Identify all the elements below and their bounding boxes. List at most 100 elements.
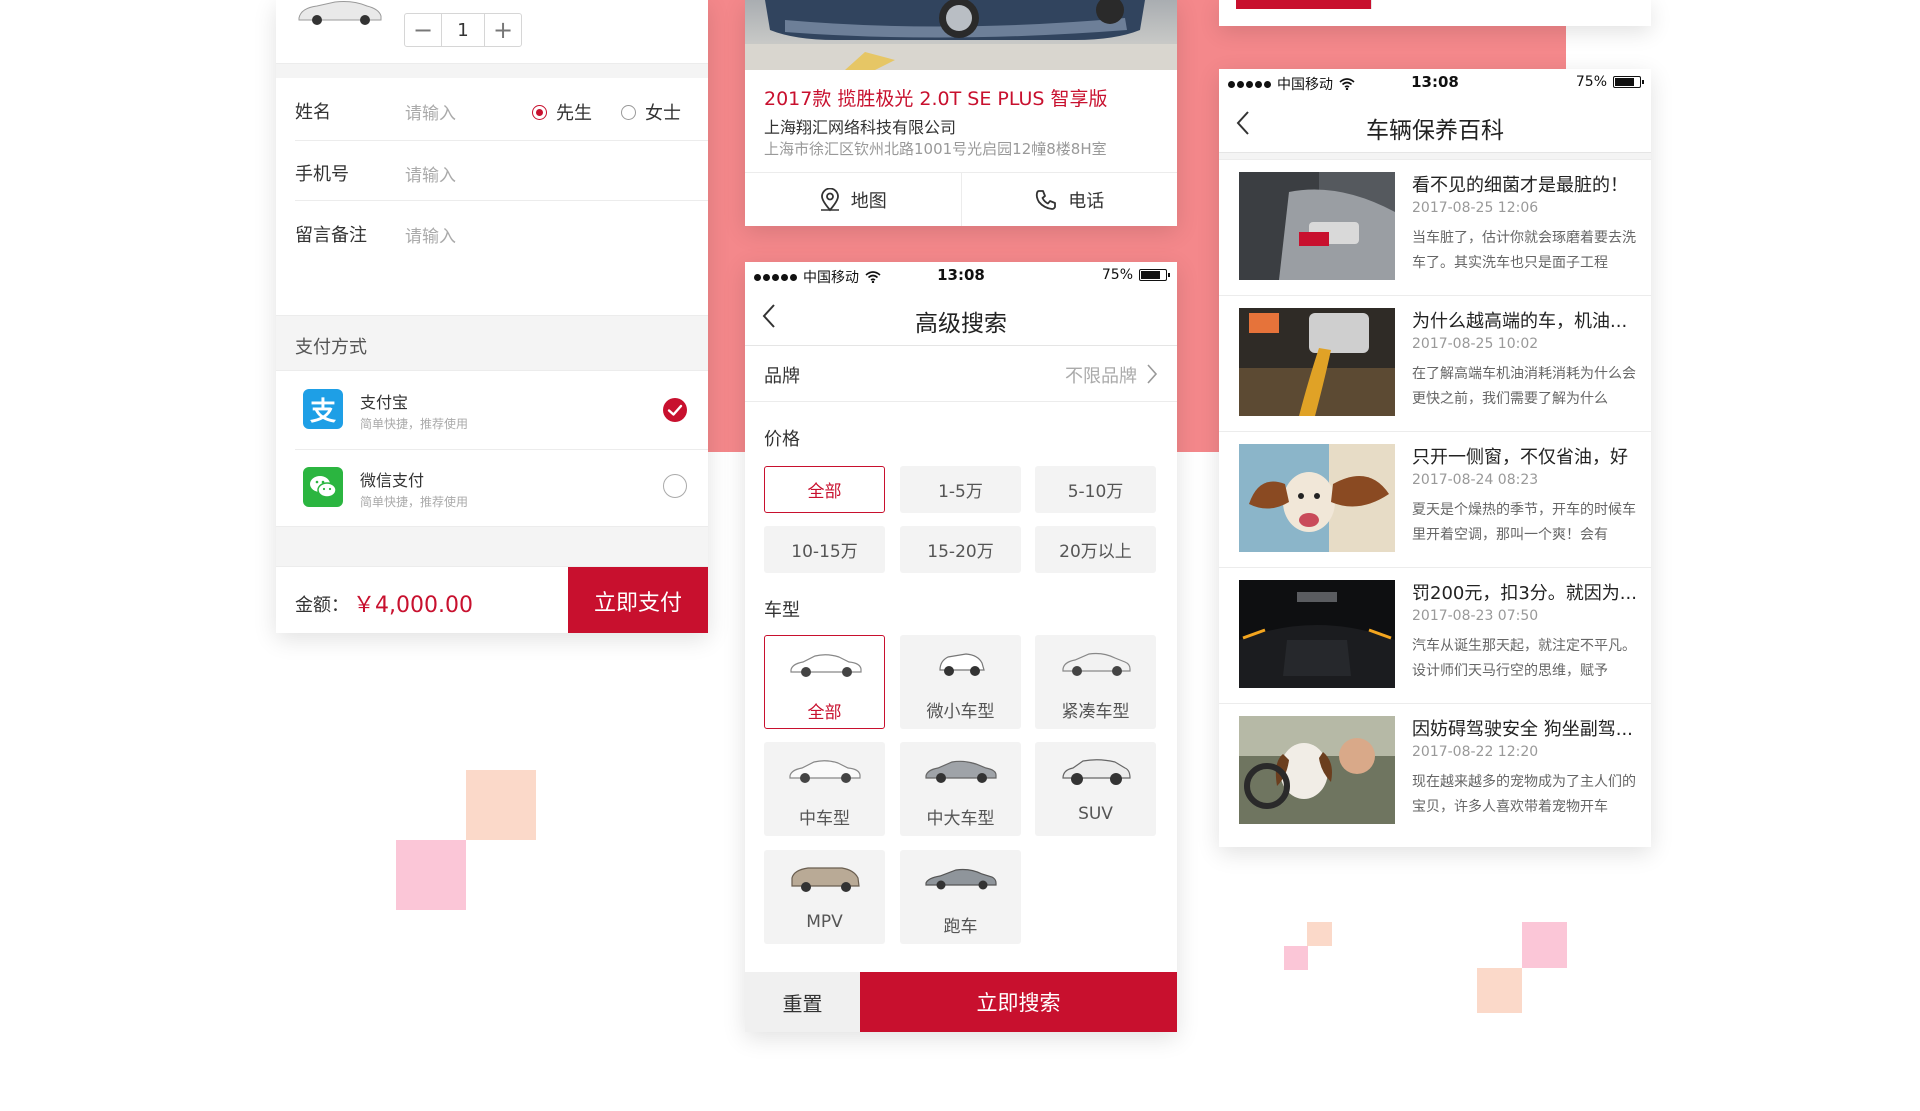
article-thumbnail xyxy=(1239,172,1395,280)
map-button[interactable]: 地图 xyxy=(745,173,961,226)
search-now-button[interactable]: 立即搜索 xyxy=(860,972,1177,1032)
article-date: 2017-08-24 08:23 xyxy=(1412,472,1539,488)
brand-label: 品牌 xyxy=(764,366,800,387)
price-chip[interactable]: 10-15万 xyxy=(764,526,885,573)
price-section-title: 价格 xyxy=(764,429,800,450)
decor-square xyxy=(396,840,466,910)
payment-option-wechat[interactable]: 微信支付 简单快捷，推荐使用 xyxy=(276,449,708,526)
car-type-tile[interactable]: 中大车型 xyxy=(900,742,1021,836)
page-title: 高级搜索 xyxy=(915,311,1007,337)
name-label: 姓名 xyxy=(295,102,331,123)
article-item[interactable]: 罚200元，扣3分。就因为... 2017-08-23 07:50 汽车从诞生那… xyxy=(1219,567,1651,703)
section-gap xyxy=(276,64,708,78)
article-title: 罚200元，扣3分。就因为... xyxy=(1412,583,1637,604)
article-title: 为什么越高端的车，机油... xyxy=(1412,311,1628,332)
quantity-value: 1 xyxy=(441,14,485,46)
phone-button[interactable]: 电话 xyxy=(960,173,1178,226)
note-input[interactable]: 请输入 xyxy=(405,222,456,247)
article-date: 2017-08-25 10:02 xyxy=(1412,336,1539,352)
article-thumbnail xyxy=(1239,308,1395,416)
gender-female-label: 女士 xyxy=(645,103,681,124)
radio-empty-icon xyxy=(621,104,636,120)
divider xyxy=(295,200,708,201)
car-type-tile[interactable]: 中车型 xyxy=(764,742,885,836)
car-type-label: 微小车型 xyxy=(926,702,995,722)
maintenance-wiki-screen: 中国移动 13:08 75% 车辆保养百科 看不见的细菌才是最脏的！ 2017-… xyxy=(1219,69,1651,847)
car-type-tile[interactable]: 全部 xyxy=(764,635,885,729)
price-chip[interactable]: 1-5万 xyxy=(900,466,1021,513)
decor-square xyxy=(1284,946,1308,970)
dealer-address: 上海市徐汇区钦州北路1001号光启园12幢8楼8H室 xyxy=(764,140,1107,158)
article-item[interactable]: 只开一侧窗，不仅省油，好 2017-08-24 08:23 夏天是个燥热的季节，… xyxy=(1219,431,1651,567)
dealer-name: 上海翔汇网络科技有限公司 xyxy=(764,118,957,137)
price-chip[interactable]: 5-10万 xyxy=(1035,466,1156,513)
payment-name: 支付宝 xyxy=(360,393,409,412)
car-type-tile[interactable]: 紧凑车型 xyxy=(1035,635,1156,729)
car-type-label: 中车型 xyxy=(799,809,850,829)
name-input[interactable]: 请输入 xyxy=(405,99,456,124)
brand-selector[interactable]: 品牌 不限品牌 xyxy=(745,346,1177,402)
car-type-label: 全部 xyxy=(807,703,842,723)
decor-square xyxy=(466,770,536,840)
type-section-title: 车型 xyxy=(764,600,800,621)
wechat-pay-icon xyxy=(303,467,343,507)
alipay-icon: 支 xyxy=(303,389,343,429)
tab-strip-screen xyxy=(1219,0,1651,26)
car-type-tile[interactable]: 跑车 xyxy=(900,850,1021,944)
article-summary: 现在越来越多的宠物成为了主人们的宝贝，许多人喜欢带着宠物开车 xyxy=(1412,774,1636,815)
payment-bar: 金额： ￥4,000.00 立即支付 xyxy=(276,566,708,633)
article-summary: 当车脏了，估计你就会琢磨着要去洗车了。其实洗车也只是面子工程 xyxy=(1412,230,1636,271)
article-thumbnail xyxy=(1239,716,1395,824)
article-thumbnail xyxy=(1239,444,1395,552)
car-title: 2017款 揽胜极光 2.0T SE PLUS 智享版 xyxy=(764,88,1108,110)
brand-value: 不限品牌 xyxy=(1065,366,1137,387)
active-tab-indicator xyxy=(1236,0,1371,9)
car-type-tile[interactable]: 微小车型 xyxy=(900,635,1021,729)
navigation-bar: 车辆保养百科 xyxy=(1219,95,1651,153)
decor-square xyxy=(1522,922,1567,968)
article-summary: 夏天是个燥热的季节，开车的时候车里开着空调，那叫一个爽！会有 xyxy=(1412,502,1636,543)
car-type-tile[interactable]: SUV xyxy=(1035,742,1156,836)
phone-input[interactable]: 请输入 xyxy=(405,161,456,186)
article-item[interactable]: 为什么越高端的车，机油... 2017-08-25 10:02 在了解高端车机油… xyxy=(1219,295,1651,431)
car-type-tile[interactable]: MPV xyxy=(764,850,885,944)
phone-label: 电话 xyxy=(1068,190,1105,212)
reset-button[interactable]: 重置 xyxy=(745,972,860,1032)
payment-name: 微信支付 xyxy=(360,471,425,490)
note-label: 留言备注 xyxy=(295,225,367,246)
battery-icon xyxy=(1139,269,1170,281)
price-chip[interactable]: 15-20万 xyxy=(900,526,1021,573)
payment-option-alipay[interactable]: 支 支付宝 简单快捷，推荐使用 xyxy=(276,371,708,448)
decrease-button[interactable]: − xyxy=(405,14,441,46)
decor-square xyxy=(1477,968,1522,1013)
payment-subtitle: 简单快捷，推荐使用 xyxy=(360,417,469,431)
battery-percent: 75% xyxy=(1575,74,1607,90)
price-chip[interactable]: 20万以上 xyxy=(1035,526,1156,573)
article-item[interactable]: 因妨碍驾驶安全 狗坐副驾... 2017-08-22 12:20 现在越来越多的… xyxy=(1219,703,1651,839)
price-chip[interactable]: 全部 xyxy=(764,466,885,513)
navigation-bar: 高级搜索 xyxy=(745,288,1177,346)
status-bar: 中国移动 13:08 75% xyxy=(1219,69,1651,95)
order-form-screen: − 1 + 姓名 请输入 先生 女士 手机号 请输入 留言备注 请输入 支付方式… xyxy=(276,0,708,633)
section-gap xyxy=(276,526,708,566)
midsize-car-icon xyxy=(789,760,861,783)
divider xyxy=(1371,0,1372,9)
phone-icon xyxy=(1036,189,1057,210)
payment-subtitle: 简单快捷，推荐使用 xyxy=(360,495,469,509)
car-type-label: MPV xyxy=(806,912,843,932)
article-item[interactable]: 看不见的细菌才是最脏的！ 2017-08-25 12:06 当车脏了，估计你就会… xyxy=(1219,159,1651,295)
divider xyxy=(295,140,708,141)
mpv-car-icon xyxy=(791,867,860,892)
amount-value: ￥4,000.00 xyxy=(353,593,473,618)
gender-male-radio[interactable]: 先生 xyxy=(532,99,592,125)
gender-female-radio[interactable]: 女士 xyxy=(621,99,681,125)
article-title: 因妨碍驾驶安全 狗坐副驾... xyxy=(1412,719,1633,740)
car-type-label: 紧凑车型 xyxy=(1061,702,1130,722)
mini-car-icon xyxy=(939,653,985,676)
quantity-stepper[interactable]: − 1 + xyxy=(404,13,522,47)
increase-button[interactable]: + xyxy=(485,14,521,46)
pay-now-button[interactable]: 立即支付 xyxy=(568,567,708,633)
decor-square xyxy=(1307,922,1332,946)
checked-icon xyxy=(663,398,687,422)
payment-section-title: 支付方式 xyxy=(295,337,367,358)
